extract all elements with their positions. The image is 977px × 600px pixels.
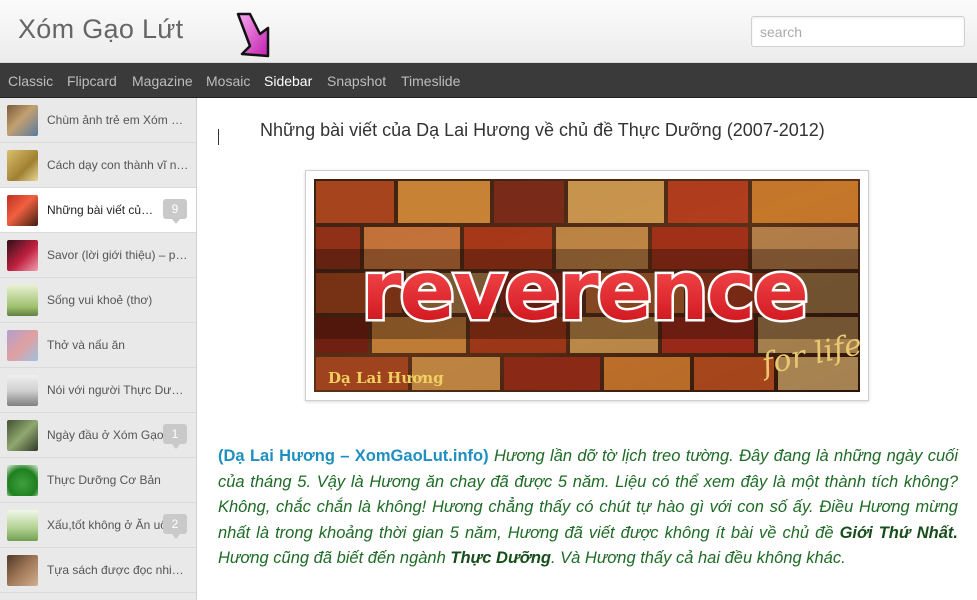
post-thumbnail: [7, 375, 38, 406]
sidebar-item-label: Sống vui khoẻ (thơ): [47, 293, 153, 307]
sidebar-item[interactable]: Xấu,tốt không ở Ăn uống 2: [0, 503, 196, 548]
post-banner-frame: reverence for life Dạ Lai Hương: [305, 170, 869, 401]
site-header: Xóm Gạo Lứt: [0, 0, 977, 63]
nav-classic[interactable]: Classic: [8, 73, 53, 89]
reverence-banner-graphic: reverence for life Dạ Lai Hương: [314, 179, 860, 392]
sidebar-item-active[interactable]: Những bài viết của Dạ Lai Hương 9: [0, 188, 196, 233]
sidebar-item[interactable]: Thở và nấu ăn: [0, 323, 196, 368]
nav-flipcard[interactable]: Flipcard: [67, 73, 117, 89]
post-banner-image: reverence for life Dạ Lai Hương: [314, 179, 860, 392]
pointer-arrow-icon: [236, 12, 270, 58]
sidebar-item[interactable]: Chùm ảnh trẻ em Xóm Gạo Lứt: [0, 98, 196, 143]
sidebar-item[interactable]: Sống vui khoẻ (thơ): [0, 278, 196, 323]
post-title[interactable]: Những bài viết của Dạ Lai Hương về chủ đ…: [260, 120, 825, 141]
body-bold-text: Thực Dưỡng: [450, 549, 551, 568]
sidebar-item-label: Chùm ảnh trẻ em Xóm Gạo Lứt: [47, 113, 189, 127]
sidebar-item[interactable]: Thực Dưỡng Cơ Bản: [0, 458, 196, 503]
nav-magazine[interactable]: Magazine: [132, 73, 193, 89]
comment-count-badge: 2: [163, 514, 187, 539]
nav-mosaic[interactable]: Mosaic: [206, 73, 250, 89]
post-thumbnail: [7, 465, 38, 496]
body-text: Hương cũng đã biết đến ngành: [218, 549, 451, 568]
post-thumbnail: [7, 285, 38, 316]
body-bold-text: Giới Thứ Nhất.: [839, 523, 958, 542]
comment-count-badge: 1: [163, 424, 187, 449]
post-thumbnail: [7, 555, 38, 586]
post-thumbnail: [7, 105, 38, 136]
sidebar-item[interactable]: Savor (lời giới thiệu) – phần 1: [0, 233, 196, 278]
sidebar-item-label: Thở và nấu ăn: [47, 338, 125, 352]
sidebar-item[interactable]: Tựa sách được đọc nhiều nhất: [0, 548, 196, 593]
comment-count-badge: 9: [163, 199, 187, 224]
sidebar-item-label: Cách dạy con thành vĩ nhân: [47, 158, 189, 172]
view-nav-bar: Classic Flipcard Magazine Mosaic Sidebar…: [0, 63, 977, 98]
sidebar-item-label: Tựa sách được đọc nhiều nhất: [47, 563, 189, 577]
sidebar-item[interactable]: Nói với người Thực Dưỡng: [0, 368, 196, 413]
post-thumbnail: [7, 510, 38, 541]
post-thumbnail: [7, 240, 38, 271]
sidebar-item-label: Nói với người Thực Dưỡng: [47, 383, 189, 397]
post-thumbnail: [7, 420, 38, 451]
search-input[interactable]: [751, 16, 965, 47]
sidebar-item-label: Savor (lời giới thiệu) – phần 1: [47, 248, 189, 262]
banner-main-text: reverence: [361, 244, 807, 339]
post-body: (Dạ Lai Hương – XomGaoLut.info) Hương lầ…: [218, 444, 958, 572]
sidebar-item-label: Thực Dưỡng Cơ Bản: [47, 473, 161, 487]
text-cursor: [218, 129, 219, 145]
sidebar-item[interactable]: Ngày đầu ở Xóm Gạo Lứt 1: [0, 413, 196, 458]
sidebar-item[interactable]: Cách dạy con thành vĩ nhân: [0, 143, 196, 188]
sidebar-item-label: Những bài viết của Dạ Lai Hương: [47, 203, 157, 217]
source-link[interactable]: (Dạ Lai Hương – XomGaoLut.info): [218, 447, 489, 465]
post-sidebar: Chùm ảnh trẻ em Xóm Gạo Lứt Cách dạy con…: [0, 98, 197, 600]
post-thumbnail: [7, 330, 38, 361]
body-text: . Và Hương thấy cả hai đều không khác.: [551, 549, 846, 568]
banner-author-text: Dạ Lai Hương: [328, 369, 444, 387]
nav-sidebar[interactable]: Sidebar: [264, 73, 312, 89]
post-thumbnail: [7, 195, 38, 226]
nav-timeslide[interactable]: Timeslide: [401, 73, 460, 89]
post-thumbnail: [7, 150, 38, 181]
site-title[interactable]: Xóm Gạo Lứt: [18, 14, 183, 45]
nav-snapshot[interactable]: Snapshot: [327, 73, 386, 89]
